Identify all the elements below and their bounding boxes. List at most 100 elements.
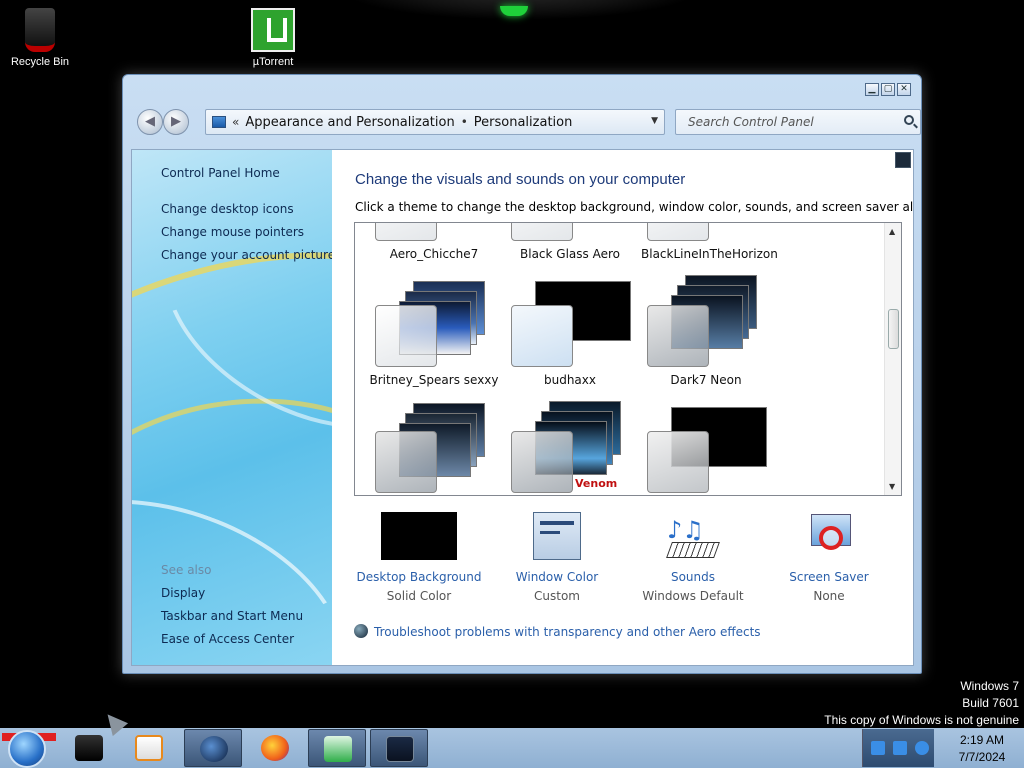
- taskbar-item-folder[interactable]: [60, 729, 118, 767]
- option-value: None: [813, 589, 845, 603]
- tray-action-center-icon[interactable]: [893, 741, 907, 755]
- taskbar-clock[interactable]: 2:19 AM 7/7/2024: [940, 732, 1024, 766]
- sidebar-change-mouse-pointers[interactable]: Change mouse pointers: [161, 225, 304, 239]
- theme-preview-glass: [375, 223, 437, 241]
- caption-buttons: ▁ ▢ ✕: [865, 83, 911, 96]
- power-led: [500, 6, 528, 16]
- music-notes-icon: ♪♫: [667, 516, 704, 544]
- sidebar-change-desktop-icons[interactable]: Change desktop icons: [161, 202, 294, 216]
- desktop-background-option[interactable]: Desktop Background Solid Color: [354, 512, 484, 603]
- option-label: Desktop Background: [356, 570, 482, 584]
- close-button[interactable]: ✕: [897, 83, 911, 96]
- control-panel-icon: [212, 116, 226, 128]
- maximize-button[interactable]: ▢: [881, 83, 895, 96]
- window-color-option[interactable]: Window Color Custom: [492, 512, 622, 603]
- media-player-icon: [135, 735, 163, 761]
- theme-item[interactable]: BlackLineInTheHorizon: [641, 223, 778, 261]
- theme-item[interactable]: Britney_Spears sexxy: [369, 271, 499, 387]
- desktop-icon-recycle-bin[interactable]: Recycle Bin: [0, 8, 80, 68]
- tray-network-icon[interactable]: [871, 741, 885, 755]
- theme-preview-glass: [511, 431, 573, 493]
- window-color-icon-bar: [540, 531, 560, 534]
- address-bar[interactable]: « Appearance and Personalization • Perso…: [205, 109, 665, 135]
- breadcrumb-separator: •: [460, 115, 468, 129]
- scrollbar-thumb[interactable]: [888, 309, 899, 349]
- windows-logo-icon: [8, 730, 46, 768]
- sidebar-control-panel-home[interactable]: Control Panel Home: [161, 166, 280, 180]
- see-also-label: See also: [161, 563, 212, 577]
- breadcrumb-personalization[interactable]: Personalization: [474, 115, 573, 130]
- minimize-button[interactable]: ▁: [865, 83, 879, 96]
- theme-thumbnail: [641, 223, 771, 241]
- theme-preview-glass: [647, 305, 709, 367]
- theme-preview-glass: [375, 305, 437, 367]
- sidebar-display[interactable]: Display: [161, 586, 205, 600]
- sidebar: Control Panel Home Change desktop icons …: [132, 150, 332, 665]
- theme-list[interactable]: Aero_Chicche7 Black Glass Aero BlackLine…: [354, 222, 902, 496]
- search-icon[interactable]: [904, 115, 914, 125]
- theme-name: Dark7 Neon: [670, 373, 742, 387]
- theme-name: budhaxx: [543, 373, 596, 387]
- screen-saver-option[interactable]: Screen Saver None: [764, 512, 894, 603]
- main-panel: Change the visuals and sounds on your co…: [332, 150, 913, 665]
- back-button[interactable]: ◀: [137, 109, 163, 135]
- theme-name: Britney_Spears sexxy: [369, 373, 499, 387]
- page-title: Change the visuals and sounds on your co…: [355, 171, 686, 188]
- theme-thumbnail: [505, 271, 635, 367]
- scroll-up-arrow-icon[interactable]: ▲: [889, 227, 895, 236]
- personalization-window: ▁ ▢ ✕ ◀ ▶ « Appearance and Personalizati…: [122, 74, 922, 674]
- option-label: Screen Saver: [789, 570, 869, 584]
- taskbar-item-media-player[interactable]: [120, 729, 178, 767]
- recycle-bin-icon: [25, 8, 55, 52]
- option-value: Windows Default: [642, 589, 744, 603]
- start-button[interactable]: [2, 729, 56, 768]
- theme-list-scrollbar[interactable]: ▲ ▼: [884, 223, 901, 495]
- theme-item[interactable]: Venom: [505, 397, 635, 495]
- sidebar-taskbar-start-menu[interactable]: Taskbar and Start Menu: [161, 609, 303, 623]
- watermark-os: Windows 7: [960, 679, 1019, 693]
- taskbar-item-downloads[interactable]: [308, 729, 366, 767]
- search-input[interactable]: Search Control Panel: [675, 109, 921, 135]
- theme-thumbnail: Venom: [505, 397, 635, 493]
- theme-name: BlackLineInTheHorizon: [641, 247, 778, 261]
- option-value: Custom: [534, 589, 580, 603]
- troubleshoot-link[interactable]: Troubleshoot problems with transparency …: [354, 624, 761, 639]
- system-tray: [862, 729, 934, 767]
- theme-name: Aero_Chicche7: [389, 247, 479, 261]
- clock-time: 2:19 AM: [959, 733, 1005, 747]
- theme-preview-glass: [511, 223, 573, 241]
- theme-item[interactable]: Black Glass Aero: [505, 223, 635, 261]
- theme-options: Desktop Background Solid Color Window Co…: [354, 512, 902, 612]
- taskbar-item-firefox[interactable]: [246, 729, 304, 767]
- breadcrumb-chevron[interactable]: «: [232, 115, 239, 129]
- scroll-down-arrow-icon[interactable]: ▼: [889, 482, 895, 491]
- desktop-icon-label: Recycle Bin: [10, 56, 70, 68]
- forward-button[interactable]: ▶: [163, 109, 189, 135]
- theme-thumbnail: [505, 223, 635, 241]
- theme-item[interactable]: Dark7 Neon: [641, 271, 771, 387]
- taskbar-item-control-panel[interactable]: [370, 729, 428, 767]
- address-dropdown-icon[interactable]: ▼: [651, 116, 658, 126]
- firefox-icon: [261, 735, 289, 761]
- desktop-background-preview: [381, 512, 457, 560]
- clock-date: 7/7/2024: [958, 750, 1006, 764]
- theme-preview-glass: [375, 431, 437, 493]
- breadcrumb-appearance[interactable]: Appearance and Personalization: [245, 115, 454, 130]
- search-placeholder: Search Control Panel: [688, 115, 814, 129]
- theme-item[interactable]: budhaxx: [505, 271, 635, 387]
- theme-item[interactable]: [641, 397, 771, 495]
- sidebar-change-account-picture[interactable]: Change your account picture: [161, 248, 332, 262]
- theme-item[interactable]: [369, 397, 499, 495]
- piano-keys-icon: [666, 542, 720, 558]
- option-value: Solid Color: [386, 589, 452, 603]
- desktop-icon-utorrent[interactable]: µTorrent: [233, 8, 313, 68]
- sounds-option[interactable]: ♪♫ Sounds Windows Default: [628, 512, 758, 603]
- sidebar-ease-of-access[interactable]: Ease of Access Center: [161, 632, 294, 646]
- back-arrow-icon: ◀: [145, 114, 155, 129]
- taskbar-item-browser[interactable]: [184, 729, 242, 767]
- tray-volume-icon[interactable]: [915, 741, 929, 755]
- sounds-icon: ♪♫: [666, 512, 720, 560]
- utorrent-icon: [251, 8, 295, 52]
- forward-arrow-icon: ▶: [171, 114, 181, 129]
- theme-item[interactable]: Aero_Chicche7: [369, 223, 499, 261]
